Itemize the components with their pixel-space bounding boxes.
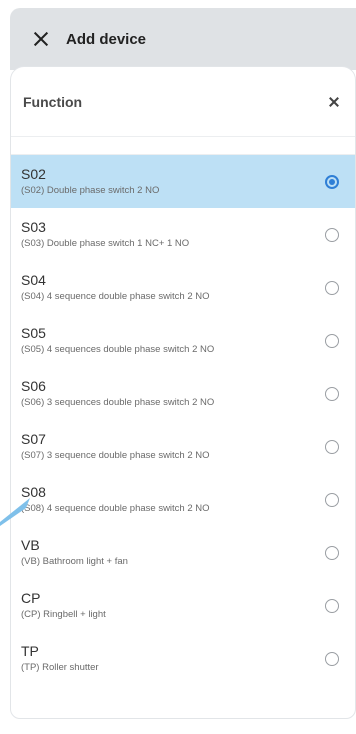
radio-button[interactable] [325, 598, 339, 613]
sheet-close-icon[interactable] [327, 95, 341, 109]
option-text: S06 (S06) 3 sequences double phase switch… [21, 377, 214, 410]
option-code: VB [21, 537, 40, 553]
radio-button[interactable] [325, 651, 339, 666]
option-code: S04 [21, 272, 46, 288]
pointer-arrow-icon [0, 498, 30, 526]
screen: Add device Function S02 (S02) Double phas… [0, 0, 356, 734]
function-sheet: Function S02 (S02) Double phase switch 2 … [10, 66, 356, 719]
function-option-s02[interactable]: S02 (S02) Double phase switch 2 NO [11, 155, 355, 208]
function-option-s06[interactable]: S06 (S06) 3 sequences double phase switch… [11, 367, 355, 420]
function-option-vb[interactable]: VB (VB) Bathroom light + fan [11, 526, 355, 579]
option-code: S02 [21, 166, 46, 182]
radio-button[interactable] [325, 227, 339, 242]
function-option-s04[interactable]: S04 (S04) 4 sequence double phase switch … [11, 261, 355, 314]
close-icon[interactable] [30, 28, 52, 50]
option-text: VB (VB) Bathroom light + fan [21, 536, 128, 569]
radio-button[interactable] [325, 439, 339, 454]
radio-button[interactable] [325, 386, 339, 401]
option-text: TP (TP) Roller shutter [21, 642, 99, 675]
sheet-title: Function [23, 93, 83, 110]
radio-button[interactable] [325, 174, 339, 189]
option-code: S06 [21, 378, 46, 394]
radio-button[interactable] [325, 333, 339, 348]
option-text: CP (CP) Ringbell + light [21, 589, 106, 622]
radio-button[interactable] [325, 545, 339, 560]
option-description: (S06) 3 sequences double phase switch 2 … [21, 397, 215, 408]
option-code: S08 [21, 484, 46, 500]
option-text: S04 (S04) 4 sequence double phase switch … [21, 271, 210, 304]
sheet-divider [11, 137, 355, 155]
function-option-s07[interactable]: S07 (S07) 3 sequence double phase switch … [11, 420, 355, 473]
option-code: S05 [21, 325, 46, 341]
option-description: (S05) 4 sequences double phase switch 2 … [21, 344, 215, 355]
function-option-cp[interactable]: CP (CP) Ringbell + light [11, 579, 355, 632]
option-description: (S08) 4 sequence double phase switch 2 N… [21, 503, 210, 514]
function-option-s05[interactable]: S05 (S05) 4 sequences double phase switch… [11, 314, 355, 367]
option-description: (S03) Double phase switch 1 NC+ 1 NO [21, 238, 190, 249]
function-options-list: S02 (S02) Double phase switch 2 NO S03 (S03… [11, 155, 355, 685]
option-text: S03 (S03) Double phase switch 1 NC+ 1 NO [21, 218, 189, 251]
option-description: (TP) Roller shutter [21, 662, 99, 673]
sheet-header: Function [11, 67, 355, 137]
option-description: (S07) 3 sequence double phase switch 2 N… [21, 450, 210, 461]
option-text: S02 (S02) Double phase switch 2 NO [21, 165, 159, 198]
option-code: S03 [21, 219, 46, 235]
function-option-tp[interactable]: TP (TP) Roller shutter [11, 632, 355, 685]
app-header: Add device [10, 8, 356, 70]
function-option-s08[interactable]: S08 (S08) 4 sequence double phase switch … [11, 473, 355, 526]
option-code: CP [21, 590, 41, 606]
option-text: S08 (S08) 4 sequence double phase switch … [21, 483, 210, 516]
option-text: S05 (S05) 4 sequences double phase switch… [21, 324, 214, 357]
radio-button[interactable] [325, 492, 339, 507]
option-description: (VB) Bathroom light + fan [21, 556, 128, 567]
option-description: (S04) 4 sequence double phase switch 2 N… [21, 291, 210, 302]
option-description: (CP) Ringbell + light [21, 609, 106, 620]
function-option-s03[interactable]: S03 (S03) Double phase switch 1 NC+ 1 NO [11, 208, 355, 261]
radio-button[interactable] [325, 280, 339, 295]
option-text: S07 (S07) 3 sequence double phase switch … [21, 430, 210, 463]
page-title: Add device [66, 30, 147, 48]
option-code: TP [21, 643, 39, 659]
option-code: S07 [21, 431, 46, 447]
option-description: (S02) Double phase switch 2 NO [21, 185, 160, 196]
